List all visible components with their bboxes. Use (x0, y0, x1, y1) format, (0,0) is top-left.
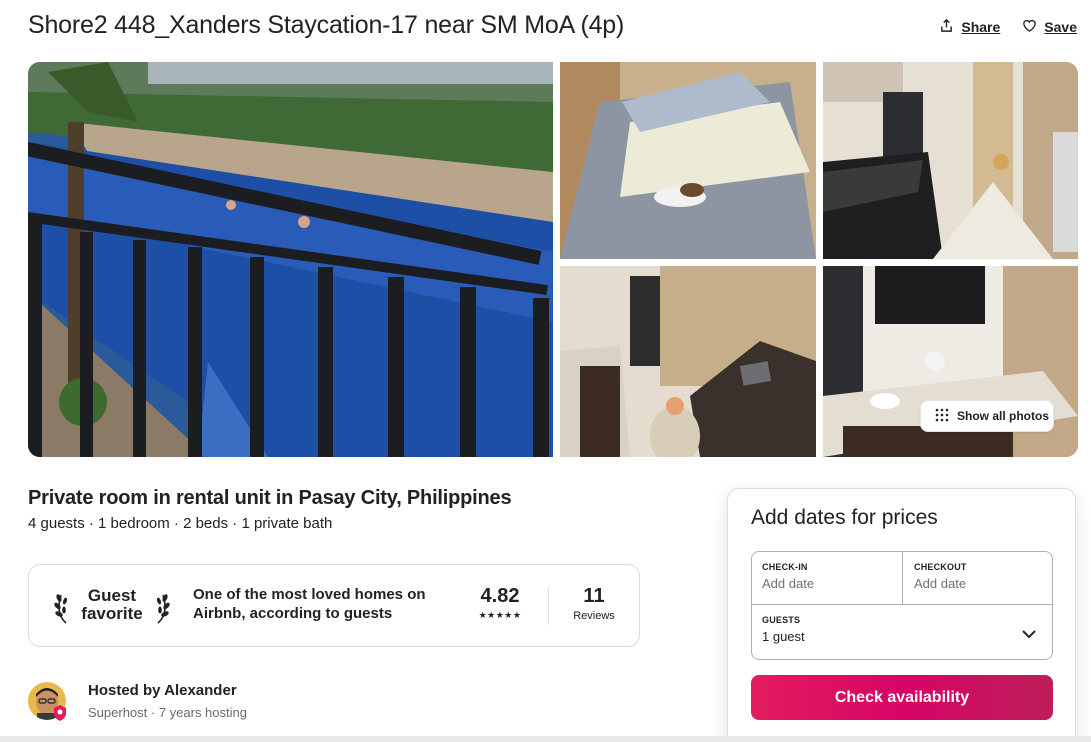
photo-living-room[interactable] (560, 266, 816, 457)
guest-favorite-line1: Guest (87, 586, 137, 605)
divider (548, 587, 549, 625)
photo-bed[interactable] (560, 62, 816, 259)
booking-card: Add dates for prices CHECK-IN Add date C… (727, 488, 1076, 742)
top-actions: Share Save (939, 18, 1077, 36)
save-button[interactable]: Save (1022, 18, 1077, 36)
grid-icon (935, 408, 949, 425)
booking-heading: Add dates for prices (751, 506, 938, 529)
host-name: Hosted by Alexander (88, 682, 237, 699)
guest-favorite-card[interactable]: Guest favorite One of the most loved hom… (28, 564, 640, 647)
save-label: Save (1044, 19, 1077, 35)
guest-favorite-line2: favorite (81, 604, 143, 623)
host-meta: Superhost · 7 years hosting (88, 705, 247, 720)
check-availability-button[interactable]: Check availability (751, 675, 1053, 720)
reviews-count: 11 (583, 585, 605, 607)
listing-title: Shore2 448_Xanders Staycation-17 near SM… (28, 11, 625, 39)
guests-value: 1 guest (762, 629, 805, 644)
rating: 4.82 ★★★★★ (469, 585, 531, 621)
rating-stars: ★★★★★ (478, 610, 522, 620)
photo-pool[interactable] (28, 62, 553, 457)
checkout-field[interactable]: CHECKOUT Add date (914, 562, 967, 591)
listing-subtitle: Private room in rental unit in Pasay Cit… (28, 487, 512, 509)
show-all-photos-button[interactable]: Show all photos (920, 400, 1054, 432)
share-button[interactable]: Share (939, 18, 1000, 36)
checkin-field[interactable]: CHECK-IN Add date (762, 562, 814, 591)
laurel-right-icon (151, 589, 171, 625)
divider (752, 604, 1052, 605)
share-icon (939, 18, 954, 36)
rating-value: 4.82 (480, 585, 520, 607)
photo-gallery: Show all photos (28, 62, 1078, 457)
checkout-value: Add date (914, 576, 967, 591)
guest-favorite-description: One of the most loved homes on Airbnb, a… (193, 586, 426, 622)
divider (902, 552, 903, 604)
photo-kitchen[interactable] (823, 62, 1078, 259)
guests-field[interactable]: GUESTS 1 guest (762, 615, 805, 644)
chevron-down-icon[interactable] (1022, 626, 1036, 639)
reviews-link[interactable]: 11 Reviews (565, 585, 623, 622)
guests-label: GUESTS (762, 615, 801, 625)
checkout-label: CHECKOUT (914, 562, 967, 572)
listing-details: 4 guests · 1 bedroom · 2 beds · 1 privat… (28, 515, 333, 532)
reviews-label: Reviews (573, 610, 615, 622)
superhost-badge-icon (53, 705, 67, 721)
show-all-photos-label: Show all photos (957, 409, 1049, 423)
date-guest-picker: CHECK-IN Add date CHECKOUT Add date GUES… (751, 551, 1053, 660)
checkin-value: Add date (762, 576, 815, 591)
checkin-label: CHECK-IN (762, 562, 808, 572)
heart-icon (1022, 18, 1037, 36)
share-label: Share (961, 19, 1001, 35)
guest-favorite-badge: Guest favorite (51, 581, 173, 631)
page-footer-edge (0, 736, 1091, 742)
laurel-left-icon (53, 589, 73, 625)
